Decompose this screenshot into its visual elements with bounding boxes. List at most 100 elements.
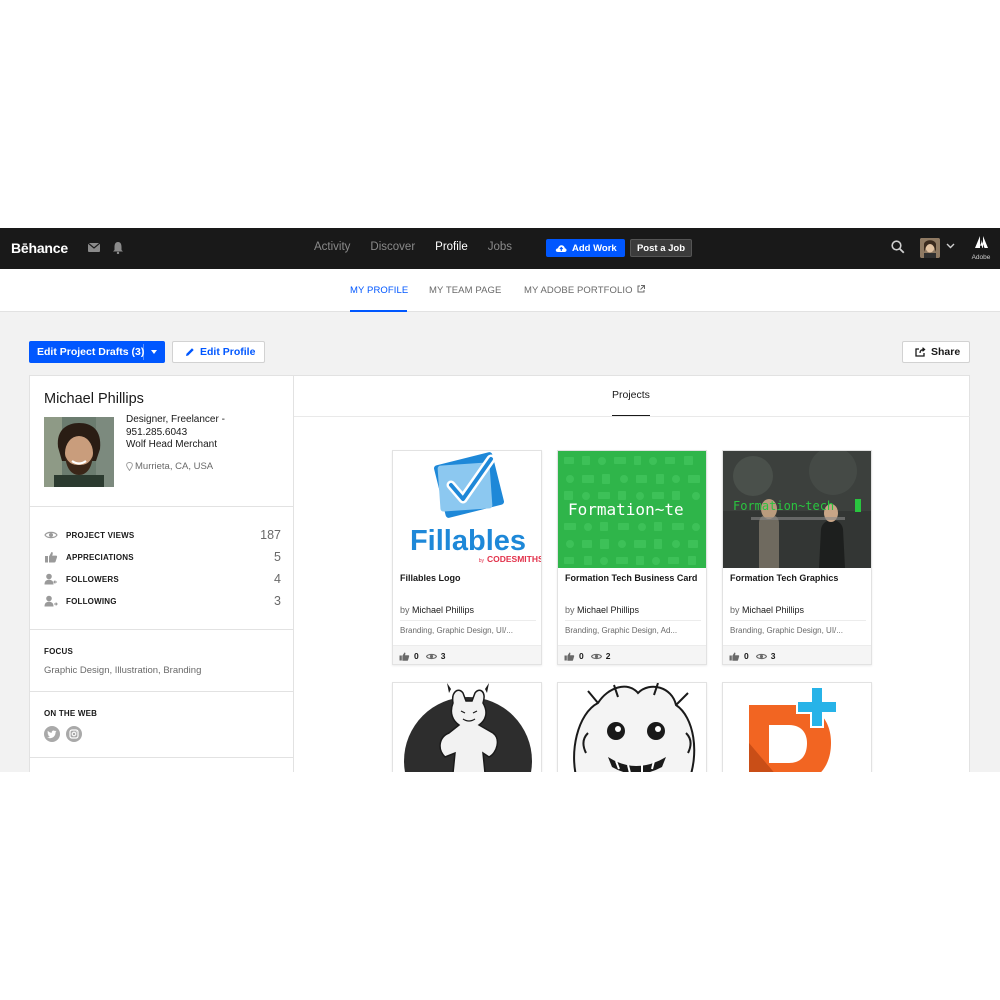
- project-title[interactable]: Formation Tech Graphics: [730, 573, 838, 583]
- project-title[interactable]: Fillables Logo: [400, 573, 461, 583]
- tab-my-adobe-portfolio[interactable]: MY ADOBE PORTFOLIO: [524, 285, 646, 296]
- monster-illustration-cover: [558, 683, 706, 772]
- user-avatar[interactable]: [920, 238, 940, 258]
- nav-profile[interactable]: Profile: [435, 241, 468, 253]
- stat-value: 5: [274, 550, 281, 564]
- stat-following[interactable]: FOLLOWING 3: [44, 594, 281, 608]
- owner-link[interactable]: Michael Phillips: [577, 605, 639, 615]
- external-link-icon: [637, 285, 646, 293]
- post-a-job-button[interactable]: Post a Job: [630, 239, 692, 257]
- eye-icon: [44, 531, 58, 539]
- views-count: 3: [770, 651, 776, 661]
- adobe-menu[interactable]: Adobe: [970, 235, 992, 261]
- project-card-d-plus-logo[interactable]: [722, 682, 872, 772]
- cover-brand: CODESMITHS: [487, 554, 542, 564]
- stat-project-views: PROJECT VIEWS 187: [44, 528, 281, 542]
- thumbs-up-icon: [729, 652, 740, 661]
- stat-value: 3: [274, 594, 281, 608]
- profile-meta: Designer, Freelancer - 951.285.6043 Wolf…: [126, 414, 225, 452]
- project-owner: by Michael Phillips: [400, 605, 474, 615]
- caret-down-icon[interactable]: [151, 350, 157, 354]
- nav-activity[interactable]: Activity: [314, 241, 350, 253]
- stat-followers[interactable]: FOLLOWERS 4: [44, 572, 281, 586]
- location-pin-icon: [126, 462, 133, 471]
- tab-projects[interactable]: Projects: [612, 389, 650, 401]
- profile-company[interactable]: Wolf Head Merchant: [126, 439, 225, 452]
- cover-byline: by: [479, 558, 485, 564]
- tab-my-adobe-portfolio-label: MY ADOBE PORTFOLIO: [524, 285, 633, 296]
- twitter-icon[interactable]: [44, 726, 60, 742]
- profile-phone: 951.285.6043: [126, 426, 188, 438]
- d-plus-logo-cover: [723, 683, 871, 772]
- top-navigation-bar: Bēhance Activity Discover Profile Jobs A…: [0, 228, 1000, 269]
- owner-link[interactable]: Michael Phillips: [742, 605, 804, 615]
- panel-divider: [294, 416, 970, 417]
- project-card-fillables-logo[interactable]: Fillables by CODESMITHS Fillables Logo b…: [392, 450, 542, 665]
- add-work-button[interactable]: Add Work: [546, 239, 625, 257]
- search-icon[interactable]: [891, 240, 905, 254]
- card-divider: [565, 620, 701, 621]
- profile-name: Michael Phillips: [44, 391, 144, 407]
- by-label: by: [400, 605, 410, 615]
- by-label: by: [730, 605, 740, 615]
- following-icon: [44, 595, 58, 607]
- sidebar-divider: [30, 506, 293, 507]
- bell-icon[interactable]: [112, 241, 124, 254]
- edit-profile-button[interactable]: Edit Profile: [172, 341, 265, 363]
- share-button[interactable]: Share: [902, 341, 970, 363]
- cover-wordmark: Fillables: [410, 525, 526, 557]
- project-owner: by Michael Phillips: [730, 605, 804, 615]
- project-cover[interactable]: Formation~tech: [723, 451, 871, 568]
- tab-my-profile[interactable]: MY PROFILE: [350, 285, 408, 296]
- project-cover[interactable]: Fillables by CODESMITHS: [393, 451, 542, 568]
- main-nav-links: Activity Discover Profile Jobs: [314, 241, 532, 253]
- mail-icon[interactable]: [88, 243, 100, 252]
- formation-card-cover-art: Formation~te: [558, 451, 706, 568]
- project-stats: 0 3: [723, 645, 871, 664]
- nav-discover[interactable]: Discover: [370, 241, 415, 253]
- pencil-icon: [186, 348, 194, 356]
- project-card-formation-tech-graphics[interactable]: Formation~tech Formation Tech Graphics b…: [722, 450, 872, 665]
- edit-project-drafts-label: Edit Project Drafts (3): [37, 346, 145, 358]
- formation-graphics-cover-art: Formation~tech: [723, 451, 871, 568]
- project-stats: 0 3: [393, 645, 541, 664]
- share-label: Share: [931, 346, 961, 358]
- share-icon: [915, 347, 926, 357]
- views-count: 3: [440, 651, 446, 661]
- chevron-down-icon[interactable]: [946, 243, 955, 249]
- follower-icon: [44, 573, 57, 585]
- views-count: 2: [605, 651, 611, 661]
- stat-label: PROJECT VIEWS: [66, 530, 135, 540]
- thumbs-up-icon: [45, 552, 58, 563]
- likes-count: 0: [579, 651, 584, 661]
- project-card-formation-tech-business-card[interactable]: Formation~te Formation Tech Business Car…: [557, 450, 707, 665]
- stat-label: FOLLOWERS: [66, 574, 119, 584]
- profile-location[interactable]: Murrieta, CA, USA: [126, 461, 213, 472]
- project-title[interactable]: Formation Tech Business Card: [565, 573, 697, 583]
- project-owner: by Michael Phillips: [565, 605, 639, 615]
- tab-my-team-page[interactable]: MY TEAM PAGE: [429, 285, 501, 296]
- thumbs-up-icon: [399, 652, 410, 661]
- fillables-cover-art: Fillables by CODESMITHS: [393, 451, 542, 568]
- add-work-label: Add Work: [572, 242, 617, 254]
- profile-location-text: Murrieta, CA, USA: [135, 461, 214, 472]
- owner-link[interactable]: Michael Phillips: [412, 605, 474, 615]
- project-card-demon-illustration[interactable]: [392, 682, 542, 772]
- eye-icon: [755, 653, 767, 659]
- profile-occupation: Designer, Freelancer -: [126, 414, 225, 425]
- focus-title: FOCUS: [44, 647, 73, 656]
- project-cover[interactable]: Formation~te: [558, 451, 706, 568]
- edit-project-drafts-button[interactable]: Edit Project Drafts (3): [29, 341, 165, 363]
- on-the-web-title: ON THE WEB: [44, 709, 98, 718]
- stat-value: 4: [274, 572, 281, 586]
- project-fields: Branding, Graphic Design, UI/...: [730, 626, 843, 635]
- active-tab-indicator: [350, 310, 407, 312]
- instagram-icon[interactable]: [66, 726, 82, 742]
- cloud-upload-icon: [555, 244, 567, 252]
- stat-label: APPRECIATIONS: [66, 552, 134, 562]
- nav-jobs[interactable]: Jobs: [488, 241, 512, 253]
- stat-value: 187: [260, 528, 281, 542]
- stat-appreciations: APPRECIATIONS 5: [44, 550, 281, 564]
- project-card-monster-illustration[interactable]: [557, 682, 707, 772]
- behance-logo[interactable]: Bēhance: [11, 240, 68, 256]
